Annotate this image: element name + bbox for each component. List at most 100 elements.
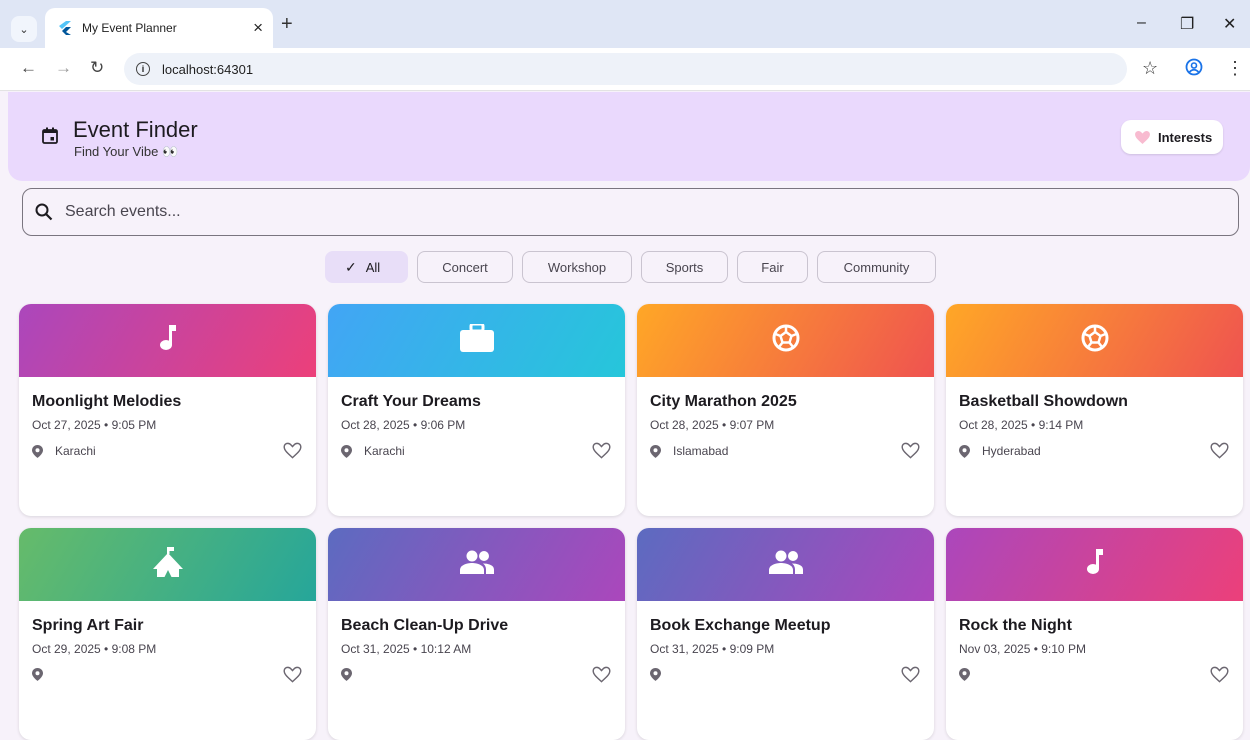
filter-chip-fair[interactable]: Fair	[737, 251, 808, 283]
event-name: Spring Art Fair	[32, 617, 144, 634]
category-filter-chips: ✓ All Concert Workshop Sports Fair Commu…	[325, 251, 936, 283]
filter-chip-concert[interactable]: Concert	[417, 251, 513, 283]
event-card[interactable]: Book Exchange Meetup Oct 31, 2025 • 9:09…	[637, 528, 934, 740]
event-banner	[19, 528, 316, 601]
event-card[interactable]: Beach Clean-Up Drive Oct 31, 2025 • 10:1…	[328, 528, 625, 740]
site-info-icon[interactable]: i	[136, 62, 150, 76]
search-icon	[35, 203, 53, 221]
event-date: Oct 29, 2025 • 9:08 PM	[32, 642, 157, 656]
event-name: Beach Clean-Up Drive	[341, 617, 509, 634]
favorite-heart-icon[interactable]	[901, 666, 920, 688]
filter-chip-label: Community	[843, 259, 910, 275]
event-location: Islamabad	[650, 444, 728, 458]
event-card[interactable]: Rock the Night Nov 03, 2025 • 9:10 PM	[946, 528, 1243, 740]
filter-chip-workshop[interactable]: Workshop	[522, 251, 632, 283]
omnibox[interactable]: i localhost:64301	[124, 53, 1127, 85]
event-name: Moonlight Melodies	[32, 393, 182, 410]
filter-chip-sports[interactable]: Sports	[641, 251, 728, 283]
event-card[interactable]: Spring Art Fair Oct 29, 2025 • 9:08 PM	[19, 528, 316, 740]
event-date: Oct 27, 2025 • 9:05 PM	[32, 418, 157, 432]
reload-icon[interactable]: ↻	[90, 58, 104, 78]
minimize-icon[interactable]: –	[1137, 14, 1146, 32]
event-location: Karachi	[341, 444, 405, 458]
filter-chip-label: Concert	[442, 259, 488, 275]
tab-title: My Event Planner	[82, 21, 177, 35]
event-name: Basketball Showdown	[959, 393, 1128, 410]
event-date: Oct 31, 2025 • 10:12 AM	[341, 642, 472, 656]
event-name: Rock the Night	[959, 617, 1072, 634]
event-location: Hyderabad	[959, 444, 1041, 458]
event-date: Oct 28, 2025 • 9:07 PM	[650, 418, 775, 432]
event-banner	[637, 528, 934, 601]
music-note-icon	[159, 325, 176, 356]
restore-icon[interactable]: ❐	[1180, 14, 1194, 34]
event-card[interactable]: City Marathon 2025 Oct 28, 2025 • 9:07 P…	[637, 304, 934, 516]
briefcase-icon	[459, 322, 494, 357]
event-banner	[328, 528, 625, 601]
location-pin-icon	[650, 444, 667, 458]
search-field[interactable]	[22, 188, 1239, 236]
address-toolbar: ← → ↻ i localhost:64301 ☆ ⋮	[0, 48, 1250, 91]
location-pin-icon	[959, 444, 976, 458]
event-date: Oct 28, 2025 • 9:14 PM	[959, 418, 1084, 432]
forward-icon[interactable]: →	[55, 58, 72, 78]
search-input[interactable]	[65, 203, 1165, 221]
event-card[interactable]: Moonlight Melodies Oct 27, 2025 • 9:05 P…	[19, 304, 316, 516]
favorite-heart-icon[interactable]	[592, 666, 611, 688]
app-header: Event Finder Find Your Vibe 👀 Interests	[8, 92, 1250, 181]
music-note-icon	[1086, 549, 1103, 580]
location-pin-icon	[32, 444, 49, 458]
favorite-heart-icon[interactable]	[1210, 442, 1229, 464]
favorite-heart-icon[interactable]	[283, 666, 302, 688]
soccer-ball-icon	[772, 324, 800, 357]
app-title: Event Finder	[73, 117, 198, 142]
event-banner	[637, 304, 934, 377]
event-location-text: Islamabad	[673, 444, 729, 458]
back-icon[interactable]: ←	[20, 58, 37, 78]
event-location: Karachi	[32, 444, 96, 458]
event-location-text: Karachi	[55, 444, 96, 458]
filter-chip-label: Workshop	[547, 259, 607, 275]
interests-button[interactable]: Interests	[1121, 120, 1223, 154]
event-card[interactable]: Basketball Showdown Oct 28, 2025 • 9:14 …	[946, 304, 1243, 516]
menu-kebab-icon[interactable]: ⋮	[1226, 58, 1244, 79]
browser-tab[interactable]: My Event Planner ×	[45, 8, 273, 48]
event-name: Book Exchange Meetup	[650, 617, 831, 634]
people-icon	[768, 550, 804, 579]
filter-chip-label: Fair	[761, 259, 784, 275]
check-icon: ✓	[345, 258, 357, 275]
event-date: Oct 31, 2025 • 9:09 PM	[650, 642, 775, 656]
calendar-icon	[42, 127, 58, 149]
event-location-text: Hyderabad	[982, 444, 1041, 458]
interests-label: Interests	[1158, 129, 1213, 145]
event-banner	[19, 304, 316, 377]
favorite-heart-icon[interactable]	[283, 442, 302, 464]
event-card[interactable]: Craft Your Dreams Oct 28, 2025 • 9:06 PM…	[328, 304, 625, 516]
event-date: Nov 03, 2025 • 9:10 PM	[959, 642, 1086, 656]
flutter-favicon-icon	[59, 21, 73, 35]
app-subtitle: Find Your Vibe 👀	[74, 144, 179, 159]
fair-tent-icon	[152, 547, 184, 582]
favorite-heart-icon[interactable]	[1210, 666, 1229, 688]
tab-search-button[interactable]: ⌄	[11, 16, 37, 42]
bookmark-star-icon[interactable]: ☆	[1142, 58, 1158, 79]
url-text: localhost:64301	[162, 61, 254, 77]
event-name: City Marathon 2025	[650, 393, 797, 410]
tab-close-icon[interactable]: ×	[253, 18, 263, 38]
browser-tab-strip: ⌄ My Event Planner × + – ❐ ✕	[0, 0, 1250, 48]
profile-icon[interactable]	[1185, 58, 1203, 81]
heart-filled-icon	[1135, 130, 1150, 144]
favorite-heart-icon[interactable]	[901, 442, 920, 464]
filter-chip-label: Sports	[665, 259, 704, 275]
event-date: Oct 28, 2025 • 9:06 PM	[341, 418, 466, 432]
event-name: Craft Your Dreams	[341, 393, 481, 410]
chevron-down-icon: ⌄	[19, 23, 29, 36]
event-banner	[328, 304, 625, 377]
soccer-ball-icon	[1081, 324, 1109, 357]
favorite-heart-icon[interactable]	[592, 442, 611, 464]
filter-chip-all[interactable]: ✓ All	[325, 251, 408, 283]
window-close-icon[interactable]: ✕	[1223, 14, 1236, 34]
new-tab-icon[interactable]: +	[281, 13, 293, 36]
people-icon	[459, 550, 495, 579]
filter-chip-community[interactable]: Community	[817, 251, 936, 283]
